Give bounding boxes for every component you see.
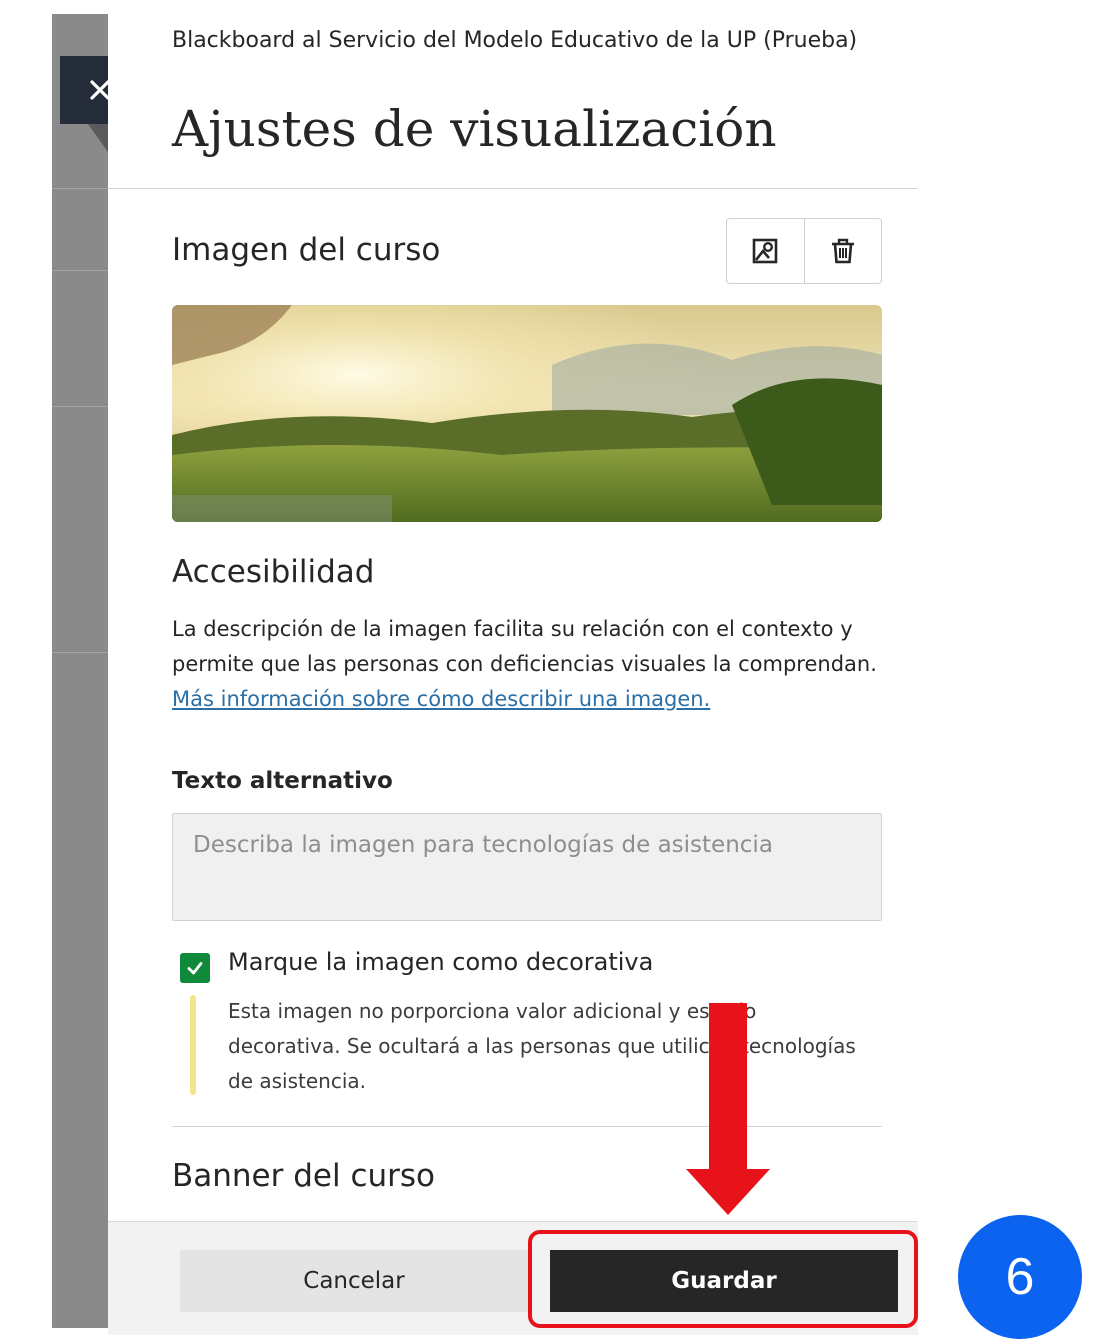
course-banner-heading: Banner del curso [172, 1158, 436, 1194]
decorative-note: Esta imagen no porporciona valor adicion… [228, 999, 856, 1093]
background-app-strip [52, 14, 108, 1328]
accessibility-heading: Accesibilidad [172, 554, 375, 590]
divider [52, 188, 108, 189]
checkmark-icon [187, 962, 203, 975]
note-accent-bar [190, 995, 196, 1095]
image-edit-icon [752, 238, 778, 264]
course-image-heading: Imagen del curso [172, 232, 441, 268]
course-image-preview [172, 305, 882, 522]
course-image-actions [726, 218, 882, 284]
divider [172, 1126, 882, 1127]
delete-image-button[interactable] [803, 219, 882, 283]
divider [52, 652, 108, 653]
display-settings-panel: Blackboard al Servicio del Modelo Educat… [108, 0, 918, 1335]
change-image-button[interactable] [727, 219, 804, 283]
divider [108, 188, 918, 189]
cancel-button[interactable]: Cancelar [180, 1250, 528, 1312]
divider [52, 270, 108, 271]
trash-icon [831, 238, 854, 264]
close-tab-fold [88, 124, 108, 152]
description-text: La descripción de la imagen facilita su … [172, 617, 877, 676]
save-highlight-box [528, 1230, 918, 1328]
accessibility-description: La descripción de la imagen facilita su … [172, 612, 892, 717]
alt-text-label: Texto alternativo [172, 768, 393, 794]
down-arrow-annotation [686, 1003, 770, 1215]
landscape-image [172, 305, 882, 522]
learn-more-link[interactable]: Más información sobre cómo describir una… [172, 687, 710, 711]
step-number-badge: 6 [958, 1215, 1082, 1339]
course-context: Blackboard al Servicio del Modelo Educat… [172, 28, 858, 53]
decorative-checkbox[interactable] [180, 953, 210, 983]
alt-text-input[interactable] [172, 813, 882, 921]
divider [52, 406, 108, 407]
page-title: Ajustes de visualización [172, 100, 777, 158]
decorative-label[interactable]: Marque la imagen como decorativa [228, 948, 653, 976]
